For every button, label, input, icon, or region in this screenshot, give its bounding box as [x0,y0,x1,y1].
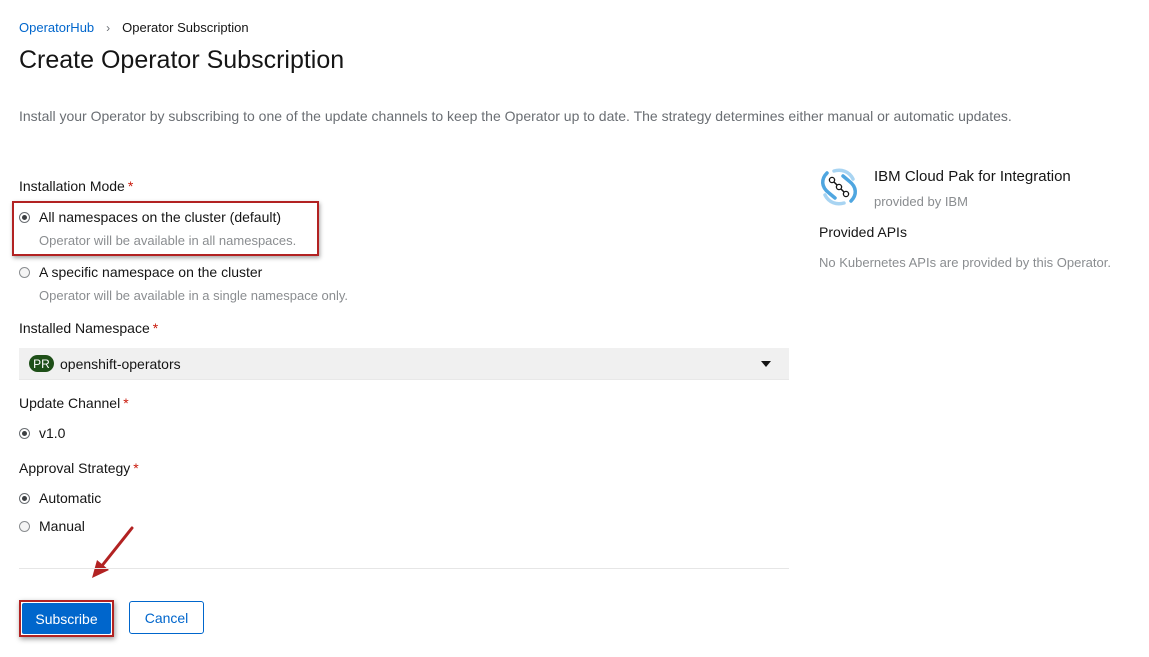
installation-mode-label: Installation Mode * [19,178,133,194]
approval-strategy-label: Approval Strategy * [19,460,139,476]
required-marker: * [127,178,134,194]
subscribe-button[interactable]: Subscribe [22,603,111,634]
radio-approval-manual[interactable]: Manual [19,518,85,534]
operator-provider: provided by IBM [874,194,968,209]
breadcrumb: OperatorHub › Operator Subscription [19,20,249,35]
annotation-arrow-icon [92,526,134,578]
breadcrumb-separator-icon: › [106,20,111,35]
radio-approval-manual-label: Manual [39,518,85,534]
approval-strategy-label-text: Approval Strategy [19,460,131,476]
installed-namespace-label-text: Installed Namespace [19,320,150,336]
ibm-cloud-pak-integration-icon [821,168,857,206]
required-marker: * [152,320,159,336]
breadcrumb-current: Operator Subscription [122,20,249,35]
radio-specific-namespace[interactable]: A specific namespace on the cluster [19,264,262,280]
operator-name: IBM Cloud Pak for Integration [874,168,1071,185]
radio-all-namespaces-label: All namespaces on the cluster (default) [39,209,282,225]
radio-all-namespaces-help: Operator will be available in all namesp… [39,233,297,248]
form-divider [19,568,789,569]
breadcrumb-operatorhub-link[interactable]: OperatorHub [19,20,94,35]
radio-unchecked-icon[interactable] [19,520,30,532]
installation-mode-label-text: Installation Mode [19,178,125,194]
radio-checked-icon[interactable] [19,427,30,439]
radio-specific-namespace-help: Operator will be available in a single n… [39,288,349,303]
namespace-dropdown[interactable]: PR openshift-operators [19,348,789,380]
update-channel-label-text: Update Channel [19,395,121,411]
radio-approval-automatic[interactable]: Automatic [19,490,101,506]
radio-channel-v1[interactable]: v1.0 [19,425,65,441]
required-marker: * [123,395,129,411]
page-description: Install your Operator by subscribing to … [19,108,1012,124]
radio-checked-icon[interactable] [19,211,30,223]
installed-namespace-label: Installed Namespace * [19,320,158,336]
provided-apis-title: Provided APIs [819,224,907,240]
page-title: Create Operator Subscription [19,46,345,74]
cancel-button[interactable]: Cancel [129,601,204,634]
project-badge: PR [29,355,54,372]
caret-down-icon [761,361,771,367]
radio-channel-v1-label: v1.0 [39,425,66,441]
radio-unchecked-icon[interactable] [19,266,30,278]
required-marker: * [133,460,139,476]
namespace-dropdown-value: openshift-operators [60,355,181,372]
update-channel-label: Update Channel * [19,395,129,411]
radio-specific-namespace-label: A specific namespace on the cluster [39,264,263,280]
radio-checked-icon[interactable] [19,492,30,504]
provided-apis-empty-message: No Kubernetes APIs are provided by this … [819,255,1111,270]
radio-approval-automatic-label: Automatic [39,490,102,506]
subscribe-annotation-box: Subscribe [19,600,114,637]
radio-all-namespaces[interactable]: All namespaces on the cluster (default) [19,209,281,225]
